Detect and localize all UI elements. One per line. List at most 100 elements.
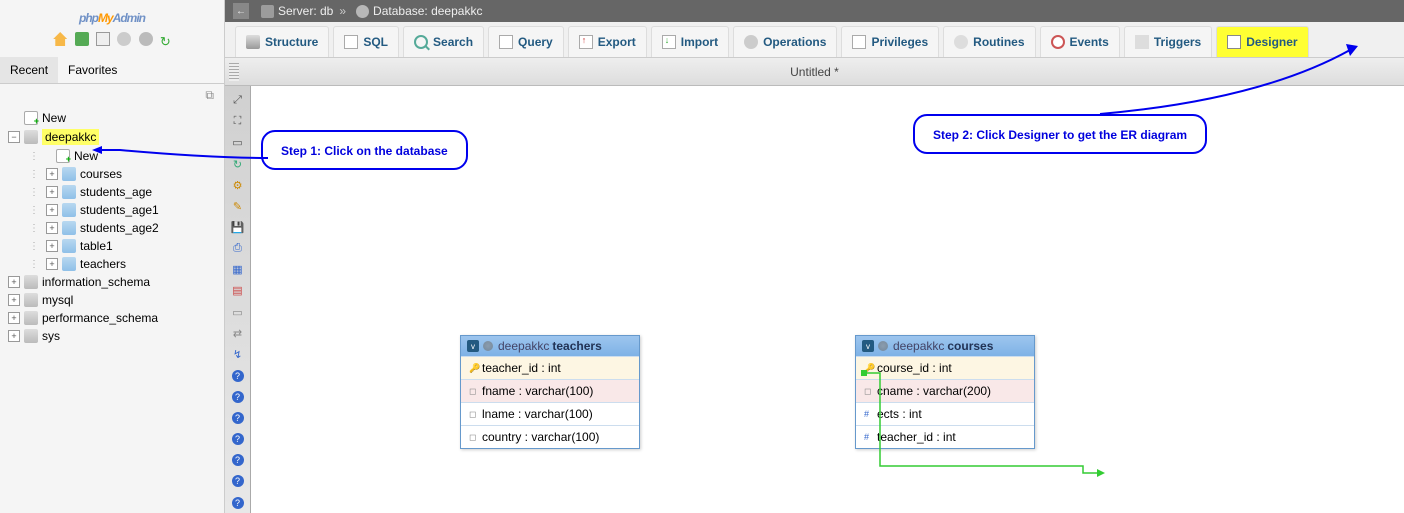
er-column[interactable]: ◻cname : varchar(200) bbox=[856, 379, 1034, 402]
vtoolbar-btn-4[interactable]: ⚙ bbox=[229, 178, 247, 193]
expand-icon[interactable]: + bbox=[46, 222, 58, 234]
tab-favorites[interactable]: Favorites bbox=[58, 57, 127, 83]
tab-export[interactable]: Export bbox=[568, 26, 647, 57]
tree-item-table1[interactable]: ⋮+table1 bbox=[4, 237, 220, 255]
er-table-header[interactable]: vdeepakkc courses bbox=[856, 336, 1034, 356]
structure-icon bbox=[246, 35, 260, 49]
vtoolbar-btn-0[interactable]: ⤢ bbox=[229, 93, 247, 108]
tab-routines[interactable]: Routines bbox=[943, 26, 1035, 57]
tree-item-new[interactable]: ⋮New bbox=[4, 147, 220, 165]
help-icon: ? bbox=[232, 497, 244, 509]
er-table-header[interactable]: vdeepakkc teachers bbox=[461, 336, 639, 356]
designer-canvas[interactable]: ⤢⛶▭↻⚙✎💾⎙▦▤▭⇄↯??????? vdeepakkc teachers🔑… bbox=[225, 86, 1404, 513]
tree-item-label: sys bbox=[42, 329, 60, 343]
vtoolbar-btn-10[interactable]: ▭ bbox=[229, 305, 247, 320]
tab-query[interactable]: Query bbox=[488, 26, 564, 57]
docs-icon[interactable] bbox=[96, 32, 110, 46]
vtoolbar-btn-6[interactable]: 💾 bbox=[229, 220, 247, 235]
er-column[interactable]: #ects : int bbox=[856, 402, 1034, 425]
expand-icon[interactable]: + bbox=[8, 294, 20, 306]
tree-item-performance_schema[interactable]: +performance_schema bbox=[4, 309, 220, 327]
er-column[interactable]: ◻lname : varchar(100) bbox=[461, 402, 639, 425]
tree-item-students_age[interactable]: ⋮+students_age bbox=[4, 183, 220, 201]
tab-import[interactable]: Import bbox=[651, 26, 729, 57]
tree-item-deepakkc[interactable]: −deepakkc bbox=[4, 127, 220, 147]
tree-item-courses[interactable]: ⋮+courses bbox=[4, 165, 220, 183]
tree-item-students_age2[interactable]: ⋮+students_age2 bbox=[4, 219, 220, 237]
breadcrumb-bar: ← Server: db » Database: deepakkc bbox=[225, 0, 1404, 22]
designer-titlebar: Untitled * bbox=[225, 58, 1404, 86]
tree-item-new[interactable]: New bbox=[4, 109, 220, 127]
er-column[interactable]: 🔑teacher_id : int bbox=[461, 356, 639, 379]
crumb-database[interactable]: Database: deepakkc bbox=[373, 4, 482, 18]
vtoolbar-btn-7[interactable]: ⎙ bbox=[229, 241, 247, 256]
vtoolbar-btn-9[interactable]: ▤ bbox=[229, 283, 247, 298]
export-icon bbox=[579, 35, 593, 49]
expand-icon[interactable]: + bbox=[46, 204, 58, 216]
settings-icon[interactable] bbox=[117, 32, 131, 46]
tab-recent[interactable]: Recent bbox=[0, 57, 58, 83]
home-icon[interactable] bbox=[53, 32, 67, 46]
er-column[interactable]: #teacher_id : int bbox=[856, 425, 1034, 448]
gear-icon[interactable] bbox=[139, 32, 153, 46]
logout-icon[interactable] bbox=[75, 32, 89, 46]
vtoolbar-btn-19[interactable]: ? bbox=[229, 495, 247, 510]
collapse-icon[interactable]: − bbox=[8, 131, 20, 143]
visible-toggle-icon[interactable]: v bbox=[467, 340, 479, 352]
vtoolbar-btn-1[interactable]: ⛶ bbox=[229, 114, 247, 129]
tab-triggers[interactable]: Triggers bbox=[1124, 26, 1212, 57]
gear-icon[interactable] bbox=[483, 341, 493, 351]
tab-search[interactable]: Search bbox=[403, 26, 484, 57]
tab-operations[interactable]: Operations bbox=[733, 26, 837, 57]
er-column[interactable]: ◻fname : varchar(100) bbox=[461, 379, 639, 402]
callout-step2: Step 2: Click Designer to get the ER dia… bbox=[913, 114, 1207, 154]
database-tree: New−deepakkc⋮New⋮+courses⋮+students_age⋮… bbox=[0, 103, 224, 351]
expand-icon[interactable]: + bbox=[46, 240, 58, 252]
vtoolbar-btn-14[interactable]: ? bbox=[229, 389, 247, 404]
tree-item-sys[interactable]: + sys bbox=[4, 327, 220, 345]
db-icon bbox=[24, 275, 38, 289]
er-table-courses[interactable]: vdeepakkc courses🔑course_id : int◻cname … bbox=[855, 335, 1035, 449]
tab-label: Search bbox=[433, 35, 473, 49]
logo[interactable]: phpMyAdmin bbox=[0, 0, 224, 28]
visible-toggle-icon[interactable]: v bbox=[862, 340, 874, 352]
gear-icon[interactable] bbox=[878, 341, 888, 351]
expand-icon[interactable]: + bbox=[46, 168, 58, 180]
tab-sql[interactable]: SQL bbox=[333, 26, 399, 57]
panel-link-icon[interactable]: ⧉ bbox=[0, 84, 224, 103]
expand-icon[interactable]: + bbox=[46, 258, 58, 270]
expand-icon[interactable]: + bbox=[8, 330, 20, 342]
vtoolbar-btn-11[interactable]: ⇄ bbox=[229, 326, 247, 341]
tab-designer[interactable]: Designer bbox=[1216, 26, 1308, 57]
er-column[interactable]: 🔑course_id : int bbox=[856, 356, 1034, 379]
tree-item-teachers[interactable]: ⋮+teachers bbox=[4, 255, 220, 273]
er-table-teachers[interactable]: vdeepakkc teachers🔑teacher_id : int◻fnam… bbox=[460, 335, 640, 449]
expand-icon[interactable]: + bbox=[8, 276, 20, 288]
vtoolbar-btn-5[interactable]: ✎ bbox=[229, 199, 247, 214]
vtoolbar-btn-3[interactable]: ↻ bbox=[229, 156, 247, 171]
tree-item-students_age1[interactable]: ⋮+students_age1 bbox=[4, 201, 220, 219]
expand-icon[interactable]: + bbox=[8, 312, 20, 324]
titlebar-handle-icon[interactable] bbox=[229, 63, 239, 81]
tab-privileges[interactable]: Privileges bbox=[841, 26, 939, 57]
shortcut-icons: ↻ bbox=[0, 28, 224, 53]
tab-structure[interactable]: Structure bbox=[235, 26, 329, 57]
vtoolbar-btn-12[interactable]: ↯ bbox=[229, 347, 247, 362]
collapse-sidebar-icon[interactable]: ← bbox=[233, 3, 249, 19]
tree-item-information_schema[interactable]: +information_schema bbox=[4, 273, 220, 291]
vtoolbar-btn-17[interactable]: ? bbox=[229, 453, 247, 468]
reload-icon[interactable]: ↻ bbox=[160, 34, 171, 48]
column-type-icon: ◻ bbox=[864, 386, 872, 397]
vtoolbar-btn-13[interactable]: ? bbox=[229, 368, 247, 383]
vtoolbar-btn-16[interactable]: ? bbox=[229, 432, 247, 447]
vtoolbar-btn-18[interactable]: ? bbox=[229, 474, 247, 489]
routines-icon bbox=[954, 35, 968, 49]
vtoolbar-btn-15[interactable]: ? bbox=[229, 410, 247, 425]
er-column[interactable]: ◻country : varchar(100) bbox=[461, 425, 639, 448]
expand-icon[interactable]: + bbox=[46, 186, 58, 198]
vtoolbar-btn-2[interactable]: ▭ bbox=[229, 135, 247, 150]
tab-events[interactable]: Events bbox=[1040, 26, 1120, 57]
tree-item-mysql[interactable]: +mysql bbox=[4, 291, 220, 309]
crumb-server[interactable]: Server: db bbox=[278, 4, 333, 18]
vtoolbar-btn-8[interactable]: ▦ bbox=[229, 262, 247, 277]
